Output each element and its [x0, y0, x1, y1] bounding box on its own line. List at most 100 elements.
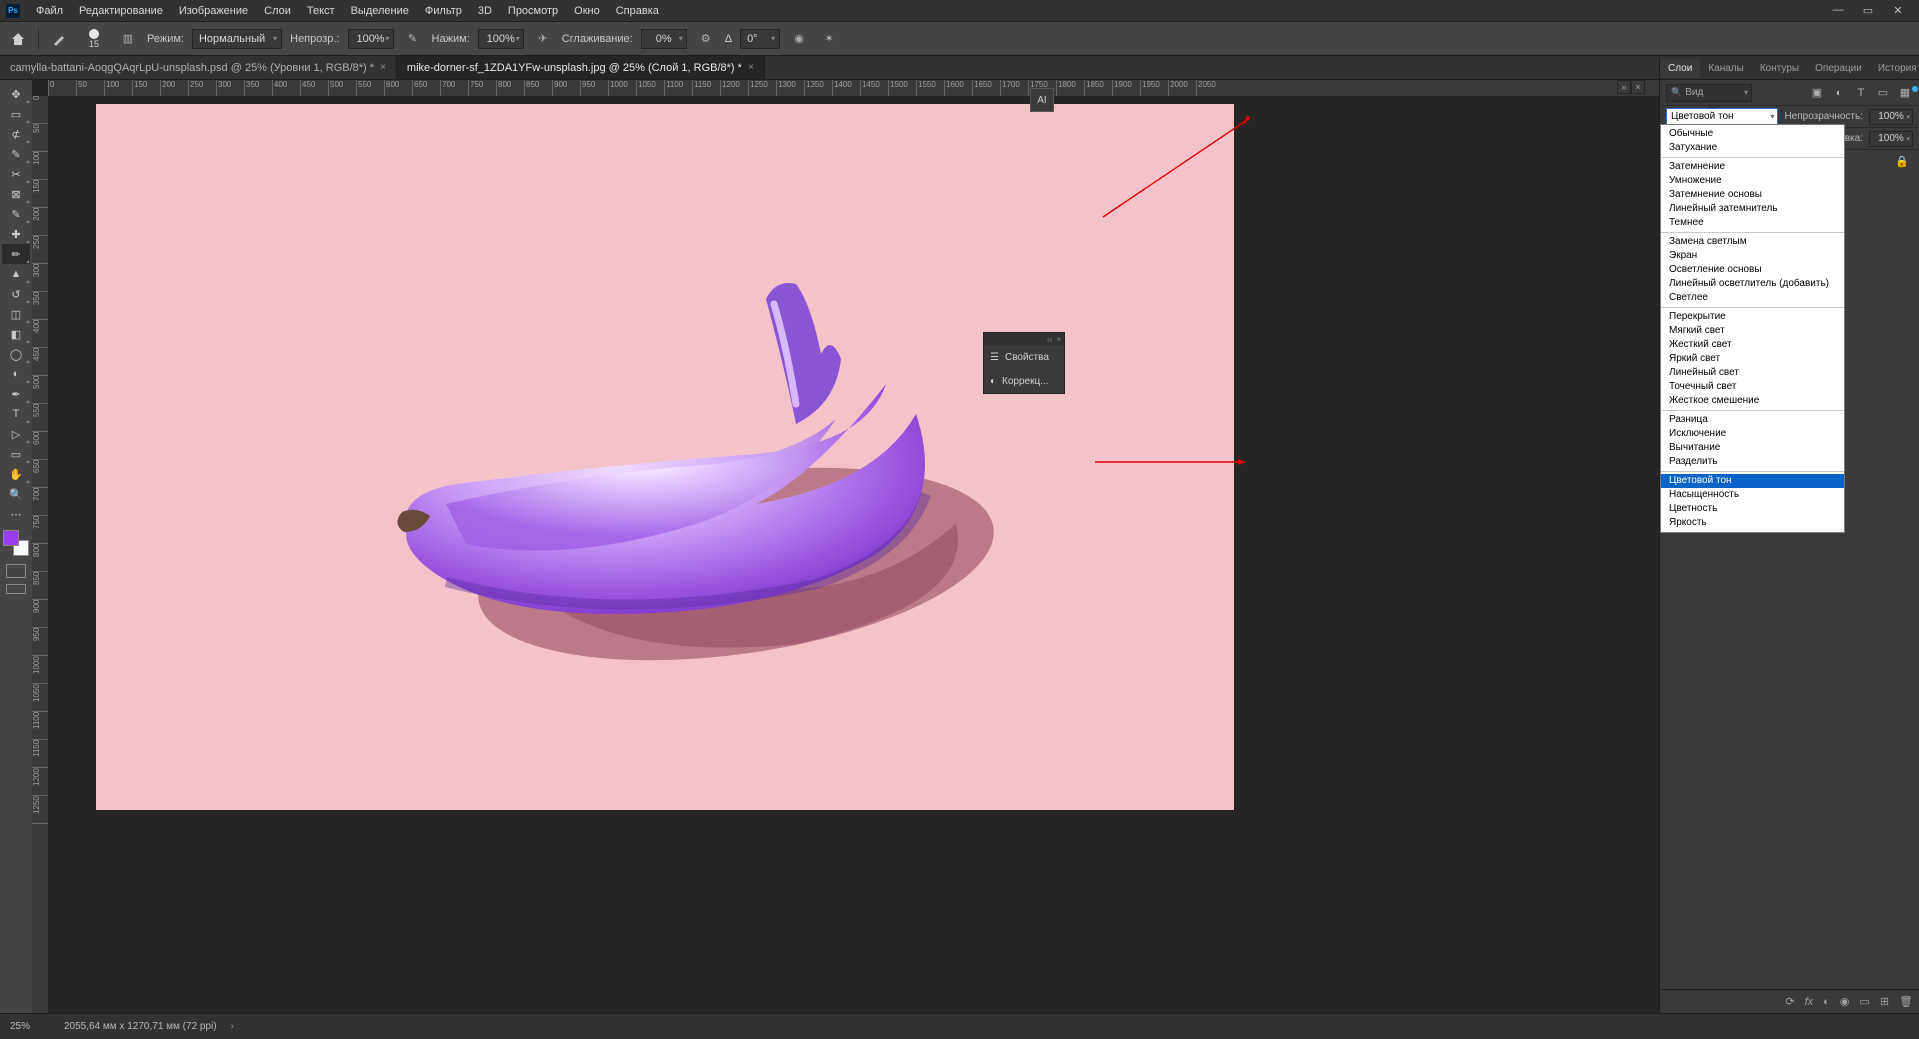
symmetry-icon[interactable]: ✶	[818, 28, 840, 50]
blend-mode-select[interactable]: Нормальный	[192, 29, 282, 49]
blend-mode-option[interactable]: Цветность	[1661, 502, 1844, 516]
canvas-viewport[interactable]	[48, 96, 1659, 1013]
frame-tool[interactable]: ⊠	[2, 184, 30, 204]
home-button[interactable]	[8, 29, 28, 49]
dodge-tool[interactable]: ◐	[2, 364, 30, 384]
menu-file[interactable]: Файл	[28, 2, 71, 20]
tab-channels[interactable]: Каналы	[1700, 59, 1752, 78]
layer-filter-select[interactable]: Вид	[1666, 84, 1752, 102]
close-tab-icon[interactable]: ×	[380, 62, 386, 73]
adjustments-tab[interactable]: ◐ Коррекц...	[984, 369, 1064, 393]
blend-mode-option[interactable]: Линейный свет	[1661, 366, 1844, 380]
eyedropper-tool[interactable]: ✎	[2, 204, 30, 224]
filter-type-icon[interactable]: T	[1853, 85, 1869, 101]
airbrush-icon[interactable]: ✈	[532, 28, 554, 50]
pressure-size-icon[interactable]: ◉	[788, 28, 810, 50]
color-swatches[interactable]	[3, 530, 29, 556]
panel-collapse-icon[interactable]: ‹‹	[1047, 335, 1052, 344]
filter-shape-icon[interactable]: ▭	[1875, 85, 1891, 101]
pen-tool[interactable]: ✒	[2, 384, 30, 404]
type-tool[interactable]: T	[2, 404, 30, 424]
blend-mode-option[interactable]: Осветление основы	[1661, 263, 1844, 277]
quick-select-tool[interactable]: ✎	[2, 144, 30, 164]
zoom-tool[interactable]: 🔍	[2, 484, 30, 504]
blend-mode-option[interactable]: Разница	[1661, 413, 1844, 427]
edit-toolbar[interactable]: ⋯	[2, 504, 30, 524]
crop-tool[interactable]: ✂	[2, 164, 30, 184]
panel-close-icon[interactable]: ×	[1056, 335, 1061, 344]
menu-text[interactable]: Текст	[299, 2, 343, 20]
blend-mode-option[interactable]: Затемнение основы	[1661, 188, 1844, 202]
menu-select[interactable]: Выделение	[343, 2, 417, 20]
blend-mode-option[interactable]: Жесткое смешение	[1661, 394, 1844, 408]
blend-mode-option[interactable]: Линейный осветлитель (добавить)	[1661, 277, 1844, 291]
brush-tool[interactable]: ✏	[2, 244, 30, 264]
doc-tab-0[interactable]: camylla-battani-AoqgQAqrLpU-unsplash.psd…	[0, 56, 397, 79]
quick-mask-button[interactable]	[6, 564, 26, 578]
blend-mode-option[interactable]: Разделить	[1661, 455, 1844, 469]
layer-mask-icon[interactable]: ◐	[1823, 996, 1830, 1008]
filter-pixel-icon[interactable]: ▣	[1809, 85, 1825, 101]
delete-layer-icon[interactable]: 🗑	[1899, 995, 1913, 1008]
stamp-tool[interactable]: ▲	[2, 264, 30, 284]
smoothing-gear-icon[interactable]: ⚙	[695, 28, 717, 50]
lasso-tool[interactable]: ⊄	[2, 124, 30, 144]
tab-history[interactable]: История	[1870, 59, 1919, 78]
blend-mode-option[interactable]: Экран	[1661, 249, 1844, 263]
blend-mode-option[interactable]: Исключение	[1661, 427, 1844, 441]
panel-collapse-icon[interactable]: »	[1617, 80, 1631, 94]
blend-mode-option[interactable]: Темнее	[1661, 216, 1844, 230]
move-tool[interactable]: ✥	[2, 84, 30, 104]
window-maximize-icon[interactable]: ▭	[1853, 4, 1883, 17]
menu-layers[interactable]: Слои	[256, 2, 299, 20]
blend-mode-option[interactable]: Замена светлым	[1661, 235, 1844, 249]
new-adjust-icon[interactable]: ◉	[1840, 995, 1850, 1008]
tab-actions[interactable]: Операции	[1807, 59, 1870, 78]
pressure-opacity-icon[interactable]: ✎	[402, 28, 424, 50]
filter-adjust-icon[interactable]: ◐	[1831, 85, 1847, 101]
properties-tab[interactable]: ☰ Свойства	[984, 345, 1064, 369]
close-tab-icon[interactable]: ×	[748, 62, 754, 73]
blend-mode-option[interactable]: Яркий свет	[1661, 352, 1844, 366]
zoom-field[interactable]: 25%	[10, 1021, 50, 1032]
blend-mode-option[interactable]: Линейный затемнитель	[1661, 202, 1844, 216]
hand-tool[interactable]: ✋	[2, 464, 30, 484]
menu-filter[interactable]: Фильтр	[417, 2, 470, 20]
ruler-vertical[interactable]: 0501001502002503003504004505005506006507…	[32, 96, 48, 1013]
blend-mode-option[interactable]: Вычитание	[1661, 441, 1844, 455]
smoothing-field[interactable]: 0%	[641, 29, 687, 49]
blend-mode-option[interactable]: Умножение	[1661, 174, 1844, 188]
properties-floating-panel[interactable]: ‹‹ × ☰ Свойства ◐ Коррекц...	[983, 332, 1065, 394]
tab-paths[interactable]: Контуры	[1752, 59, 1807, 78]
blur-tool[interactable]: ◯	[2, 344, 30, 364]
shape-tool[interactable]: ▭	[2, 444, 30, 464]
blend-mode-option[interactable]: Светлее	[1661, 291, 1844, 305]
eraser-tool[interactable]: ◫	[2, 304, 30, 324]
blend-mode-list[interactable]: ОбычныеЗатуханиеЗатемнениеУмножениеЗатем…	[1660, 124, 1845, 533]
new-layer-icon[interactable]: ⊞	[1880, 995, 1889, 1008]
doc-info-menu-icon[interactable]: ›	[231, 1021, 234, 1032]
opacity-field[interactable]: 100%	[348, 29, 394, 49]
healing-tool[interactable]: ✚	[2, 224, 30, 244]
blend-mode-option[interactable]: Мягкий свет	[1661, 324, 1844, 338]
window-close-icon[interactable]: ✕	[1883, 4, 1913, 17]
blend-mode-option[interactable]: Яркость	[1661, 516, 1844, 530]
blend-mode-dropdown[interactable]: Цветовой тон	[1666, 108, 1778, 126]
link-layers-icon[interactable]: ⟳	[1785, 995, 1794, 1008]
filter-smart-icon[interactable]: ▦	[1897, 85, 1913, 101]
blend-mode-option[interactable]: Насыщенность	[1661, 488, 1844, 502]
menu-image[interactable]: Изображение	[171, 2, 256, 20]
ai-context-button[interactable]: AI	[1030, 88, 1054, 112]
history-brush-tool[interactable]: ↺	[2, 284, 30, 304]
blend-mode-option[interactable]: Обычные	[1661, 127, 1844, 141]
path-select-tool[interactable]: ▷	[2, 424, 30, 444]
blend-mode-option[interactable]: Затухание	[1661, 141, 1844, 155]
blend-mode-option[interactable]: Точечный свет	[1661, 380, 1844, 394]
lock-icon[interactable]: 🔒	[1895, 155, 1909, 168]
brush-panel-toggle-icon[interactable]: ▥	[117, 28, 139, 50]
gradient-tool[interactable]: ◧	[2, 324, 30, 344]
marquee-tool[interactable]: ▭	[2, 104, 30, 124]
tab-layers[interactable]: Слои	[1660, 59, 1700, 78]
foreground-swatch[interactable]	[3, 530, 19, 546]
window-minimize-icon[interactable]: —	[1823, 4, 1853, 17]
